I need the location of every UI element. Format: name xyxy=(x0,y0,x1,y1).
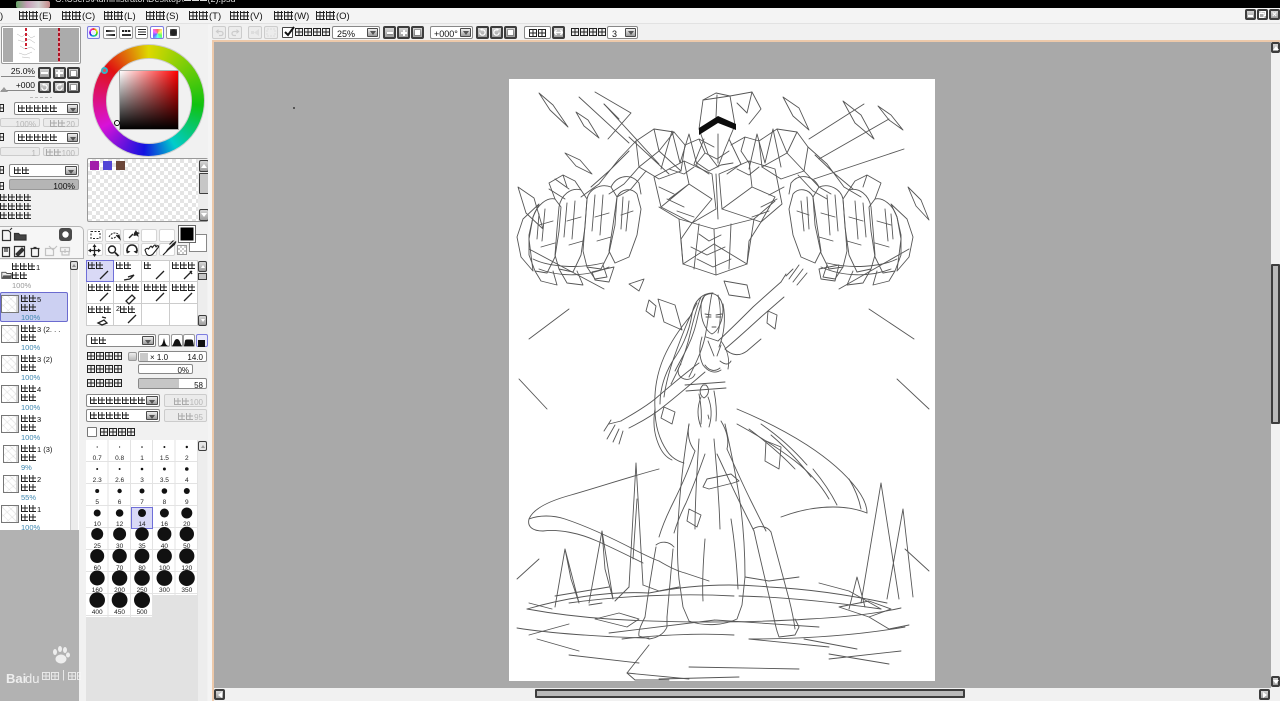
svg-text:9: 9 xyxy=(185,499,189,506)
svg-text:200: 200 xyxy=(114,587,125,594)
svg-text:30: 30 xyxy=(116,543,124,550)
svg-text:du: du xyxy=(25,671,39,686)
svg-text:4: 4 xyxy=(185,477,189,484)
svg-text:1: 1 xyxy=(140,455,144,462)
svg-text:1.5: 1.5 xyxy=(160,455,169,462)
svg-text:160: 160 xyxy=(92,587,103,594)
svg-text:12: 12 xyxy=(116,521,124,528)
svg-text:2: 2 xyxy=(185,455,189,462)
svg-text:350: 350 xyxy=(181,587,192,594)
svg-text:100: 100 xyxy=(159,565,170,572)
svg-text:500: 500 xyxy=(137,609,148,616)
svg-text:50: 50 xyxy=(183,543,191,550)
svg-text:Bai: Bai xyxy=(6,671,26,686)
svg-text:60: 60 xyxy=(94,565,102,572)
svg-text:300: 300 xyxy=(159,587,170,594)
svg-text:250: 250 xyxy=(137,587,148,594)
svg-text:0.8: 0.8 xyxy=(115,455,124,462)
svg-text:6: 6 xyxy=(118,499,122,506)
svg-text:14: 14 xyxy=(138,521,146,528)
svg-text:2.6: 2.6 xyxy=(115,477,124,484)
svg-text:70: 70 xyxy=(116,565,124,572)
svg-text:8: 8 xyxy=(163,499,167,506)
svg-text:5: 5 xyxy=(95,499,99,506)
svg-text:35: 35 xyxy=(138,543,146,550)
svg-text:0.7: 0.7 xyxy=(93,455,102,462)
svg-text:10: 10 xyxy=(94,521,102,528)
svg-text:16: 16 xyxy=(161,521,169,528)
svg-text:2.3: 2.3 xyxy=(93,477,102,484)
svg-text:20: 20 xyxy=(183,521,191,528)
svg-text:80: 80 xyxy=(138,565,146,572)
svg-text:7: 7 xyxy=(140,499,144,506)
svg-text:120: 120 xyxy=(181,565,192,572)
svg-text:40: 40 xyxy=(161,543,169,550)
svg-text:25: 25 xyxy=(94,543,102,550)
svg-text:450: 450 xyxy=(114,609,125,616)
svg-text:3.5: 3.5 xyxy=(160,477,169,484)
svg-text:400: 400 xyxy=(92,609,103,616)
svg-text:3: 3 xyxy=(140,477,144,484)
